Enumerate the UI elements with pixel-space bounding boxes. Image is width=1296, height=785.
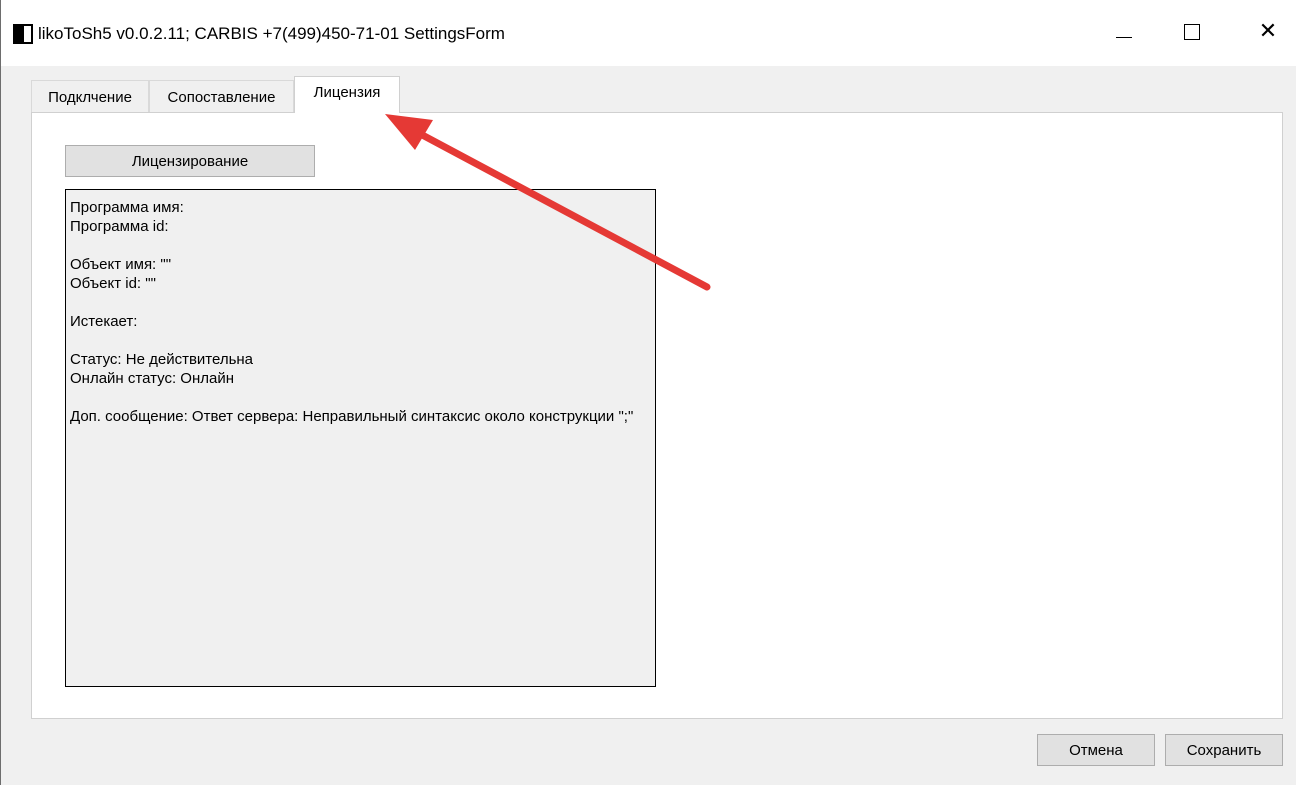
info-line: Программа имя: xyxy=(70,199,184,216)
maximize-icon xyxy=(1184,24,1200,40)
title-bar[interactable]: likoToSh5 v0.0.2.11; CARBIS +7(499)450-7… xyxy=(1,0,1296,66)
save-button[interactable]: Сохранить xyxy=(1165,734,1283,766)
info-line xyxy=(70,236,651,255)
info-line: Объект имя: "" xyxy=(70,256,172,273)
info-line xyxy=(70,293,651,312)
info-line: Онлайн статус: Онлайн xyxy=(70,370,235,387)
maximize-button[interactable] xyxy=(1169,12,1215,52)
cancel-button[interactable]: Отмена xyxy=(1037,734,1155,766)
license-info-box[interactable]: Программа имя: Программа id: Объект имя:… xyxy=(65,189,656,687)
window-title: likoToSh5 v0.0.2.11; CARBIS +7(499)450-7… xyxy=(38,24,505,43)
licensing-button[interactable]: Лицензирование xyxy=(65,145,315,177)
minimize-icon xyxy=(1116,36,1132,38)
info-line xyxy=(70,331,651,350)
info-line: Статус: Не действительна xyxy=(70,351,254,368)
info-line: Объект id: "" xyxy=(70,275,156,292)
settings-window: likoToSh5 v0.0.2.11; CARBIS +7(499)450-7… xyxy=(0,0,1296,785)
close-icon: ✕ xyxy=(1258,19,1278,44)
info-line: Программа id: xyxy=(70,218,169,235)
app-icon xyxy=(13,24,33,44)
close-button[interactable]: ✕ xyxy=(1245,12,1291,52)
info-line: Истекает: xyxy=(70,313,138,330)
minimize-button[interactable] xyxy=(1101,12,1147,52)
tab-connection[interactable]: Подклчение xyxy=(31,80,149,113)
info-line xyxy=(70,388,651,407)
tab-mapping[interactable]: Сопоставление xyxy=(149,80,294,113)
info-line: Доп. сообщение: Ответ сервера: Неправиль… xyxy=(70,408,634,425)
tab-license[interactable]: Лицензия xyxy=(294,76,400,113)
